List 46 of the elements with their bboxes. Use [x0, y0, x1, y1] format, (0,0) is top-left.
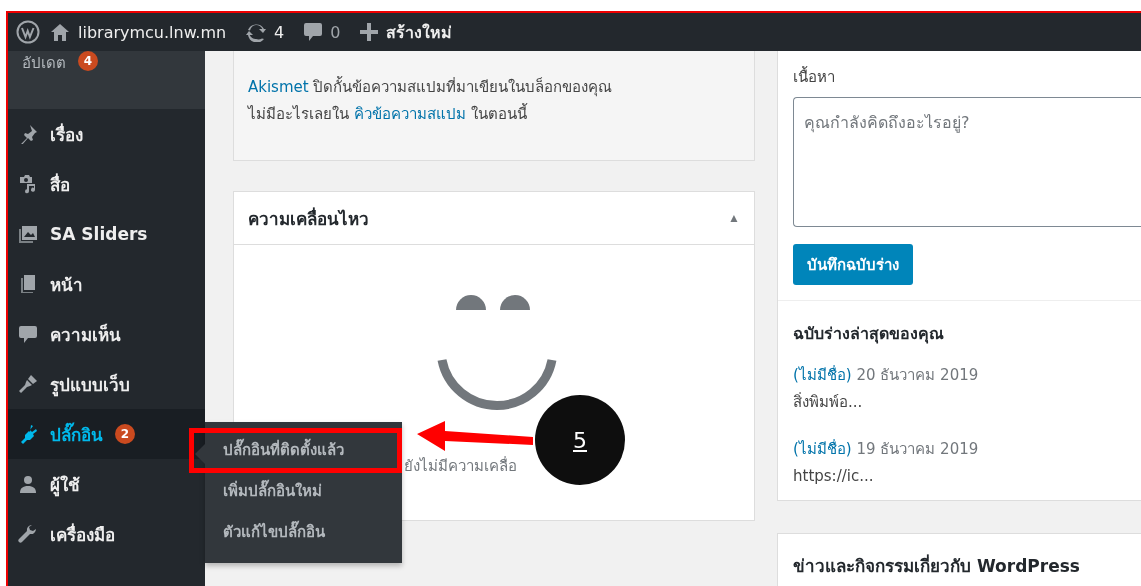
- submenu-item[interactable]: เพิ่มปลั๊กอินใหม่: [205, 471, 402, 512]
- camera-music-icon: [18, 174, 38, 194]
- save-draft-button[interactable]: บันทึกฉบับร่าง: [793, 244, 913, 285]
- sidebar-menu-item[interactable]: หน้า: [8, 259, 205, 309]
- empty-activity-text: ยังไม่มีความเคลื่อ: [404, 455, 517, 477]
- submenu-item[interactable]: ตัวแก้ไขปลั๊กอิน: [205, 512, 402, 553]
- sidebar-menu-item[interactable]: SA Sliders: [8, 209, 205, 259]
- akismet-link[interactable]: Akismet: [248, 78, 309, 96]
- new-content-link[interactable]: สร้างใหม่: [350, 13, 463, 51]
- draft-excerpt: https://ic...: [793, 466, 875, 487]
- sidebar-menu-item[interactable]: ปลั๊กอิน 2: [8, 409, 205, 459]
- field-label: เนื้อหา: [793, 65, 836, 88]
- draft-date: 19 ธันวาคม 2019: [856, 440, 979, 458]
- user-icon: [18, 474, 38, 494]
- refresh-icon: [246, 22, 267, 42]
- card-title: ข่าวและกิจกรรมเกี่ยวกับ WordPress: [793, 553, 1081, 578]
- spam-queue-link[interactable]: คิวข้อความสแปม: [353, 105, 466, 123]
- comments-link[interactable]: 0: [294, 13, 351, 51]
- sidebar-menu-item[interactable]: เรื่อง: [8, 109, 205, 159]
- card-title: ความเคลื่อนไหว: [248, 206, 369, 231]
- plus-icon: [360, 23, 379, 41]
- comment-icon: [18, 324, 38, 344]
- collapse-toggle[interactable]: ▲: [728, 211, 740, 225]
- draft-title-link[interactable]: (ไม่มีชื่อ): [793, 440, 852, 458]
- updates-link[interactable]: 4: [236, 13, 295, 51]
- akismet-message: Akismet ปิดกั้นข้อความสแปมที่มาเขียนในบล็อกของคุณ: [248, 78, 614, 97]
- site-name-link[interactable]: librarymcu.lnw.mn: [40, 13, 237, 51]
- sidebar-menu-item[interactable]: เครื่องมือ: [8, 509, 205, 559]
- spam-queue-message: ไม่มีอะไรเลยใน คิวข้อความสแปม ในตอนนี้: [248, 105, 529, 124]
- count-badge: 4: [78, 51, 98, 71]
- wordpress-logo-icon[interactable]: [16, 20, 40, 44]
- home-icon: [50, 22, 70, 42]
- sidebar-menu-item[interactable]: สื่อ: [8, 159, 205, 209]
- paintbrush-icon: [18, 374, 38, 394]
- content-field[interactable]: คุณกำลังคิดถึงอะไรอยู่?: [793, 97, 1141, 227]
- comment-icon: [304, 22, 323, 42]
- draft-title-link[interactable]: (ไม่มีชื่อ): [793, 366, 852, 384]
- stacked-images-icon: [18, 224, 38, 244]
- pages-icon: [18, 274, 38, 294]
- sidebar-menu-item[interactable]: ความเห็น: [8, 309, 205, 359]
- section-title: ฉบับร่างล่าสุดของคุณ: [793, 323, 945, 346]
- sidebar-menu-item[interactable]: รูปแบบเว็บ: [8, 359, 205, 409]
- wrench-icon: [18, 524, 38, 544]
- draft-excerpt: สิ่งพิมพ์อ...: [793, 391, 864, 413]
- draft-date: 20 ธันวาคม 2019: [856, 366, 979, 384]
- count-badge: 2: [115, 424, 135, 444]
